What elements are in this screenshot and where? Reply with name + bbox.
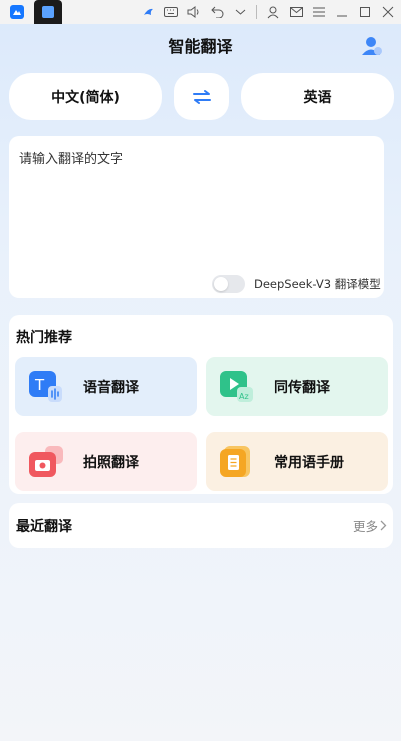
svg-text:T: T xyxy=(34,376,45,394)
user-icon[interactable] xyxy=(266,5,280,19)
simultaneous-translate-tile[interactable]: Az 同传翻译 xyxy=(206,357,388,416)
divider xyxy=(256,5,257,19)
camera-translate-tile[interactable]: 拍照翻译 xyxy=(15,432,197,491)
tile-label: 拍照翻译 xyxy=(83,455,139,471)
app-logo-icon[interactable] xyxy=(10,5,24,19)
translation-input[interactable] xyxy=(19,148,374,268)
more-label: 更多 xyxy=(352,519,378,534)
mail-icon[interactable] xyxy=(289,5,303,19)
menu-icon[interactable] xyxy=(312,5,326,19)
tile-label: 常用语手册 xyxy=(274,455,344,471)
target-language-button[interactable]: 英语 xyxy=(241,73,394,120)
close-icon[interactable] xyxy=(381,5,395,19)
chevron-down-icon[interactable] xyxy=(233,5,247,19)
undo-icon[interactable] xyxy=(210,5,224,19)
camera-translate-icon xyxy=(29,446,63,478)
model-toggle[interactable] xyxy=(212,275,245,293)
keyboard-icon[interactable] xyxy=(164,5,178,19)
section-title: 热门推荐 xyxy=(16,330,72,346)
volume-icon[interactable] xyxy=(187,5,201,19)
voice-translate-tile[interactable]: T 语音翻译 xyxy=(15,357,197,416)
bird-icon[interactable] xyxy=(141,5,155,19)
source-language-button[interactable]: 中文(简体) xyxy=(9,73,162,120)
phrasebook-tile[interactable]: 常用语手册 xyxy=(206,432,388,491)
tile-label: 同传翻译 xyxy=(274,380,330,396)
system-titlebar xyxy=(0,0,401,24)
section-title: 最近翻译 xyxy=(16,519,72,535)
tile-label: 语音翻译 xyxy=(83,380,139,396)
model-toggle-label: DeepSeek-V3 翻译模型 xyxy=(254,277,381,291)
toggle-knob xyxy=(214,277,228,291)
chevron-right-icon xyxy=(380,520,387,531)
phrasebook-icon xyxy=(220,446,254,478)
user-avatar-icon[interactable] xyxy=(361,35,383,57)
tab-thumbnail-icon xyxy=(42,6,54,18)
minimize-icon[interactable] xyxy=(335,5,349,19)
simultaneous-translate-icon: Az xyxy=(220,371,254,403)
swap-languages-button[interactable] xyxy=(174,73,229,120)
swap-icon xyxy=(192,89,211,104)
page-title: 智能翻译 xyxy=(168,37,233,56)
hot-recommend-section: 热门推荐 T 语音翻译 Az 同传翻译 拍照翻译 常用语手册 xyxy=(9,315,393,494)
translation-input-card: DeepSeek-V3 翻译模型 xyxy=(9,136,384,298)
voice-translate-icon: T xyxy=(29,371,63,403)
svg-text:Az: Az xyxy=(239,392,249,401)
maximize-icon[interactable] xyxy=(358,5,372,19)
more-link[interactable]: 更多 xyxy=(353,516,387,535)
recent-translations-section: 最近翻译 更多 xyxy=(9,503,393,548)
active-window-tab[interactable] xyxy=(34,0,62,24)
